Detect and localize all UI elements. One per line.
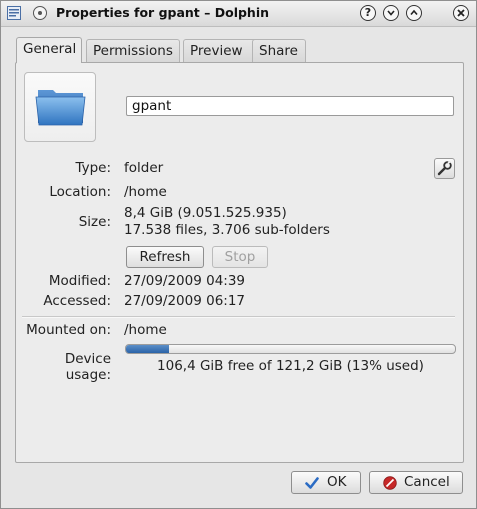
device-usage-text: 106,4 GiB free of 121,2 GiB (13% used) bbox=[157, 358, 424, 374]
tab-share-label: Share bbox=[259, 43, 298, 59]
refresh-button-label: Refresh bbox=[139, 249, 191, 265]
size-label: Size: bbox=[78, 214, 111, 230]
size-file-count: 17.538 files, 3.706 sub-folders bbox=[124, 222, 330, 238]
device-usage-bar-fill bbox=[126, 345, 169, 353]
name-field[interactable] bbox=[126, 96, 454, 116]
size-value: 8,4 GiB (9.051.525.935) bbox=[124, 205, 287, 221]
window-menu-icon[interactable] bbox=[7, 6, 21, 20]
cancel-button-label: Cancel bbox=[404, 474, 450, 490]
checkmark-icon bbox=[305, 477, 319, 489]
chevron-down-icon bbox=[387, 10, 395, 16]
keep-above-pin-icon[interactable] bbox=[33, 6, 47, 20]
refresh-button[interactable]: Refresh bbox=[126, 246, 204, 268]
type-label: Type: bbox=[75, 160, 111, 176]
modified-value: 27/09/2009 04:39 bbox=[124, 273, 246, 289]
mounted-on-label: Mounted on: bbox=[26, 322, 111, 338]
help-button[interactable]: ? bbox=[360, 5, 376, 21]
stop-button-label: Stop bbox=[224, 249, 256, 265]
wrench-icon bbox=[437, 160, 452, 176]
cancel-button[interactable]: Cancel bbox=[369, 471, 463, 494]
modified-label: Modified: bbox=[48, 273, 111, 289]
folder-icon bbox=[35, 90, 86, 126]
tab-preview[interactable]: Preview bbox=[183, 39, 257, 62]
tab-preview-label: Preview bbox=[190, 43, 243, 59]
accessed-value: 27/09/2009 06:17 bbox=[124, 293, 246, 309]
close-icon bbox=[457, 9, 465, 17]
minimize-button[interactable] bbox=[383, 5, 399, 21]
stop-button[interactable]: Stop bbox=[212, 246, 268, 268]
folder-icon-button[interactable] bbox=[24, 72, 96, 142]
divider bbox=[22, 316, 455, 318]
mounted-on-value: /home bbox=[124, 322, 167, 338]
chevron-up-icon bbox=[410, 9, 418, 16]
tab-share[interactable]: Share bbox=[252, 39, 306, 62]
tab-permissions-label: Permissions bbox=[93, 43, 173, 59]
configure-file-type-button[interactable] bbox=[434, 158, 455, 179]
accessed-label: Accessed: bbox=[43, 293, 111, 309]
cancel-icon bbox=[383, 476, 397, 490]
location-value: /home bbox=[124, 184, 167, 200]
tab-general-label: General bbox=[23, 41, 77, 57]
device-usage-bar bbox=[125, 344, 456, 354]
maximize-button[interactable] bbox=[406, 5, 422, 21]
ok-button[interactable]: OK bbox=[291, 471, 361, 494]
ok-button-label: OK bbox=[327, 474, 347, 490]
location-label: Location: bbox=[49, 184, 111, 200]
tab-general[interactable]: General bbox=[16, 37, 82, 63]
window-title: Properties for gpant – Dolphin bbox=[56, 5, 270, 20]
type-value: folder bbox=[124, 160, 164, 176]
properties-dialog: Properties for gpant – Dolphin ? General… bbox=[0, 0, 477, 509]
close-button[interactable] bbox=[453, 5, 469, 21]
tab-permissions[interactable]: Permissions bbox=[86, 39, 180, 62]
device-usage-label: Device usage: bbox=[64, 351, 111, 383]
title-bar[interactable]: Properties for gpant – Dolphin ? bbox=[1, 1, 476, 27]
